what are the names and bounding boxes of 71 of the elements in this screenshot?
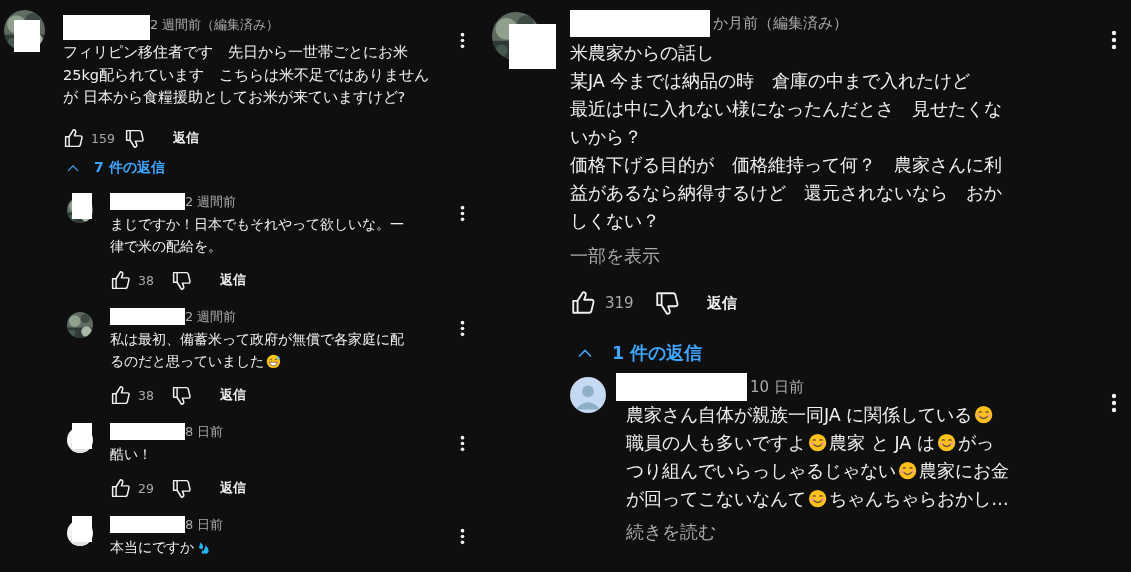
like-count: 159 <box>90 131 116 146</box>
dislike-icon[interactable] <box>171 478 192 499</box>
smiling-emoji-icon <box>974 404 994 424</box>
droplets-icon <box>196 539 211 555</box>
comment-text: いから？ <box>570 127 642 147</box>
dislike-icon[interactable] <box>171 385 192 406</box>
reply-button[interactable]: 返信 <box>220 387 246 404</box>
comment-text: 職員の人も多いですよ <box>626 433 806 453</box>
replies-toggle[interactable]: 1 件の返信 <box>576 341 703 365</box>
comment-text: 25kg配られています こちらは米不足ではありません <box>63 66 430 83</box>
comment-text: 米農家からの話し <box>570 43 714 63</box>
chevron-up-icon <box>576 347 594 359</box>
smiling-emoji-icon <box>808 488 828 508</box>
comment-text: 農家にお金 <box>919 461 1010 481</box>
timestamp: か月前（編集済み） <box>713 14 848 33</box>
like-icon[interactable] <box>110 478 131 499</box>
like-count: 319 <box>604 294 635 312</box>
dislike-icon[interactable] <box>654 290 680 316</box>
more-icon[interactable] <box>460 204 465 222</box>
reply-button[interactable]: 返信 <box>220 272 246 289</box>
comment-text: 農家 と JA は <box>829 433 935 453</box>
chevron-up-icon <box>66 162 80 173</box>
comment-text: しくない？ <box>570 211 660 231</box>
like-count: 38 <box>137 273 155 288</box>
comment-text: 私は最初、備蓄米って政府が無償で各家庭に配 <box>110 330 404 347</box>
comment-text: 律で米の配給を。 <box>110 237 222 254</box>
smiling-emoji-icon <box>936 432 956 452</box>
timestamp: 2 週間前（編集済み） <box>150 16 280 34</box>
comment-text: がっ <box>958 433 994 453</box>
comment-text: 価格下げる目的が 価格維持って何？ 農家さんに利 <box>570 155 1002 175</box>
timestamp: 8 日前 <box>185 422 224 441</box>
more-icon[interactable] <box>460 527 465 545</box>
show-more-link[interactable]: 一部を表示 <box>570 243 660 269</box>
more-icon[interactable] <box>1111 30 1117 50</box>
reply-button[interactable]: 返信 <box>707 293 737 313</box>
comment-text: ちゃんちゃらおかし… <box>829 489 1009 509</box>
dislike-icon[interactable] <box>124 128 145 149</box>
comment-text: つり組んでいらっしゃるじゃない <box>626 461 896 481</box>
comment-text: が回ってこないなんて <box>626 489 806 509</box>
comment-text: るのだと思っていました <box>110 352 264 369</box>
reply-button[interactable]: 返信 <box>173 130 199 147</box>
comment-text: フィリピン移住者です 先日から一世帯ごとにお米 <box>63 44 408 60</box>
show-more-link[interactable]: 続きを読む <box>616 519 716 545</box>
timestamp: 2 週間前 <box>185 307 237 326</box>
more-icon[interactable] <box>460 32 465 49</box>
comment-text: 酷い！ <box>110 445 152 462</box>
dislike-icon[interactable] <box>171 270 192 291</box>
like-icon[interactable] <box>110 270 131 291</box>
grinning-sweat-emoji-icon <box>266 353 281 369</box>
like-icon[interactable] <box>63 128 84 149</box>
comment-text: 農家さん自体が親族一同JA に関係している <box>626 405 973 425</box>
reply-button[interactable]: 返信 <box>220 480 246 497</box>
more-icon[interactable] <box>460 319 465 337</box>
timestamp: 2 週間前 <box>185 192 237 211</box>
comment-text: 益があるなら納得するけど 還元されないなら おか <box>570 183 1002 203</box>
timestamp: 8 日前 <box>185 515 224 534</box>
comment-text: が 日本から食糧援助としてお米が来ていますけど? <box>63 89 406 105</box>
more-icon[interactable] <box>460 434 465 452</box>
timestamp: 10 日前 <box>750 377 804 397</box>
comment-text: 本当にですか <box>110 538 194 555</box>
smiling-emoji-icon <box>898 460 918 480</box>
like-count: 38 <box>137 388 155 403</box>
comment-text: 最近は中に入れない様になったんだとさ 見せたくな <box>570 99 1002 119</box>
like-icon[interactable] <box>570 290 596 316</box>
smiling-emoji-icon <box>808 432 828 452</box>
more-icon[interactable] <box>1111 393 1117 413</box>
comment-text: まじですか！日本でもそれやって欲しいな。一 <box>110 215 404 232</box>
like-count: 29 <box>137 481 155 496</box>
like-icon[interactable] <box>110 385 131 406</box>
comment-text: 某JA 今までは納品の時 倉庫の中まで入れたけど <box>570 71 971 91</box>
replies-toggle[interactable]: 7 件の返信 <box>66 158 165 177</box>
